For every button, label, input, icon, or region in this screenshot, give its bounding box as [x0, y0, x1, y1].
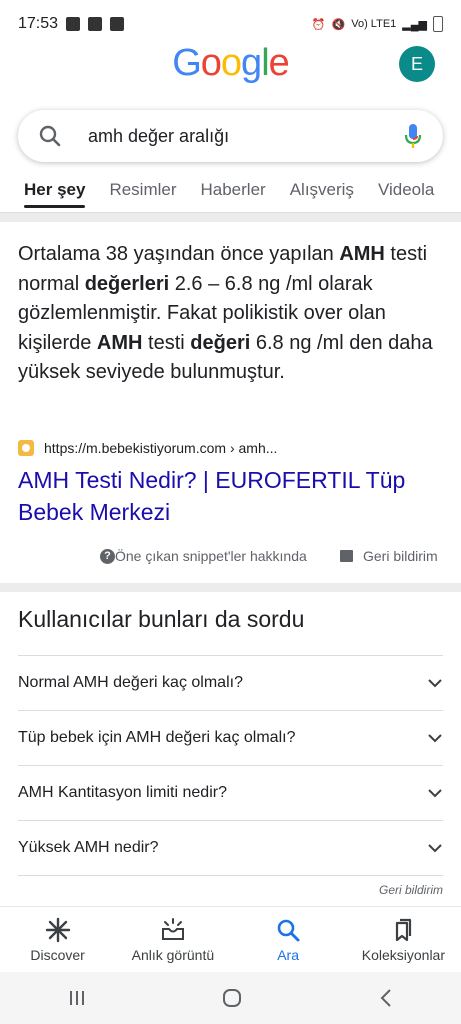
site-favicon-icon: [18, 440, 34, 456]
search-tabs: Her şey Resimler Haberler Alışveriş Vide…: [0, 168, 461, 212]
paa-list: Normal AMH değeri kaç olmalı? Tüp bebek …: [18, 655, 443, 876]
nav-search-label: Ara: [277, 947, 300, 963]
section-divider: [0, 583, 461, 592]
paa-question[interactable]: Normal AMH değeri kaç olmalı?: [18, 656, 443, 711]
feedback-link[interactable]: Geri bildirim: [340, 548, 438, 564]
chevron-down-icon: [428, 679, 442, 688]
paa-question-text: Tüp bebek için AMH değeri kaç olmalı?: [18, 729, 296, 746]
help-icon: ?: [100, 548, 115, 564]
search-box[interactable]: [18, 110, 443, 162]
about-snippets-label: Öne çıkan snippet'ler hakkında: [115, 548, 307, 564]
bottom-navigation: Discover Anlık görüntü Ara Koleksiyonlar: [0, 906, 461, 973]
featured-snippet-text: Ortalama 38 yaşından önce yapılan AMH te…: [18, 240, 443, 388]
tab-all[interactable]: Her şey: [24, 168, 86, 208]
paa-question[interactable]: Yüksek AMH nedir?: [18, 821, 443, 876]
nav-search[interactable]: Ara: [231, 907, 346, 973]
chevron-down-icon: [428, 844, 442, 853]
nav-collections[interactable]: Koleksiyonlar: [346, 907, 461, 973]
search-input[interactable]: [86, 124, 403, 148]
paa-feedback-link[interactable]: Geri bildirim: [379, 883, 443, 897]
google-logo: Google: [0, 42, 461, 85]
logo-letter: o: [220, 42, 242, 84]
tab-images[interactable]: Resimler: [109, 168, 176, 200]
paa-question[interactable]: Tüp bebek için AMH değeri kaç olmalı?: [18, 711, 443, 766]
status-time: 17:53: [18, 15, 59, 32]
result-url: https://m.bebekistiyorum.com › amh...: [44, 440, 278, 456]
mic-icon[interactable]: [403, 123, 423, 149]
snapshot-icon: [161, 918, 184, 940]
snippet-highlight: AMH: [96, 331, 143, 354]
tab-news[interactable]: Haberler: [201, 168, 266, 200]
logo-letter: e: [268, 42, 290, 84]
signal-icon: ▂▄▆: [402, 18, 427, 31]
paa-question[interactable]: AMH Kantitasyon limiti nedir?: [18, 766, 443, 821]
bookmarks-icon: [396, 918, 412, 942]
paa-question-text: Normal AMH değeri kaç olmalı?: [18, 674, 243, 691]
chevron-down-icon: [428, 734, 442, 743]
nav-snapshot-label: Anlık görüntü: [131, 947, 215, 963]
paa-question-text: Yüksek AMH nedir?: [18, 839, 159, 856]
result-title-link[interactable]: AMH Testi Nedir? | EUROFERTIL Tüp Bebek …: [18, 464, 438, 528]
result-source[interactable]: https://m.bebekistiyorum.com › amh...: [18, 440, 277, 456]
paa-question-text: AMH Kantitasyon limiti nedir?: [18, 784, 227, 801]
snippet-highlight: AMH: [339, 243, 385, 265]
logo-letter: l: [261, 42, 270, 84]
about-snippets-link[interactable]: ? Öne çıkan snippet'ler hakkında: [100, 548, 307, 564]
tab-shopping[interactable]: Alışveriş: [290, 168, 354, 200]
alarm-icon: ⏰: [311, 18, 326, 31]
mute-icon: 🔇: [331, 18, 346, 31]
gallery-icon: [66, 17, 81, 31]
asterisk-icon: [45, 917, 70, 943]
nav-snapshot[interactable]: Anlık görüntü: [115, 907, 230, 973]
paa-title: Kullanıcılar bunları da sordu: [18, 606, 305, 632]
home-icon[interactable]: [221, 987, 243, 1009]
logo-letter: G: [172, 42, 202, 84]
snippet-highlight: değerleri: [84, 272, 170, 295]
snippet-text: Ortalama 38 yaşından önce yapılan: [18, 243, 340, 265]
search-icon: [277, 919, 300, 942]
network-label: Vo) LTE1: [351, 18, 397, 30]
nav-collections-label: Koleksiyonlar: [361, 947, 445, 963]
battery-icon: [433, 16, 443, 32]
section-divider: [0, 213, 461, 222]
tab-videos[interactable]: Videola: [378, 168, 434, 200]
snippet-highlight: değeri: [190, 331, 251, 354]
feedback-icon: [340, 550, 353, 562]
app-icon: [110, 17, 125, 31]
logo-letter: o: [200, 42, 222, 84]
nav-discover-label: Discover: [30, 947, 85, 963]
back-icon[interactable]: [378, 988, 394, 1008]
search-icon[interactable]: [38, 124, 62, 148]
logo-letter: g: [241, 42, 262, 84]
status-bar: 17:53 ⏰ 🔇 Vo) LTE1 ▂▄▆: [0, 0, 461, 48]
system-navigation-bar: [0, 972, 461, 1024]
nav-discover[interactable]: Discover: [0, 907, 115, 973]
snippet-text: testi: [142, 331, 191, 354]
chevron-down-icon: [428, 789, 442, 798]
account-avatar[interactable]: E: [399, 46, 435, 82]
feedback-label: Geri bildirim: [363, 548, 438, 564]
recent-apps-icon[interactable]: [67, 989, 87, 1007]
box-icon: [88, 17, 103, 31]
